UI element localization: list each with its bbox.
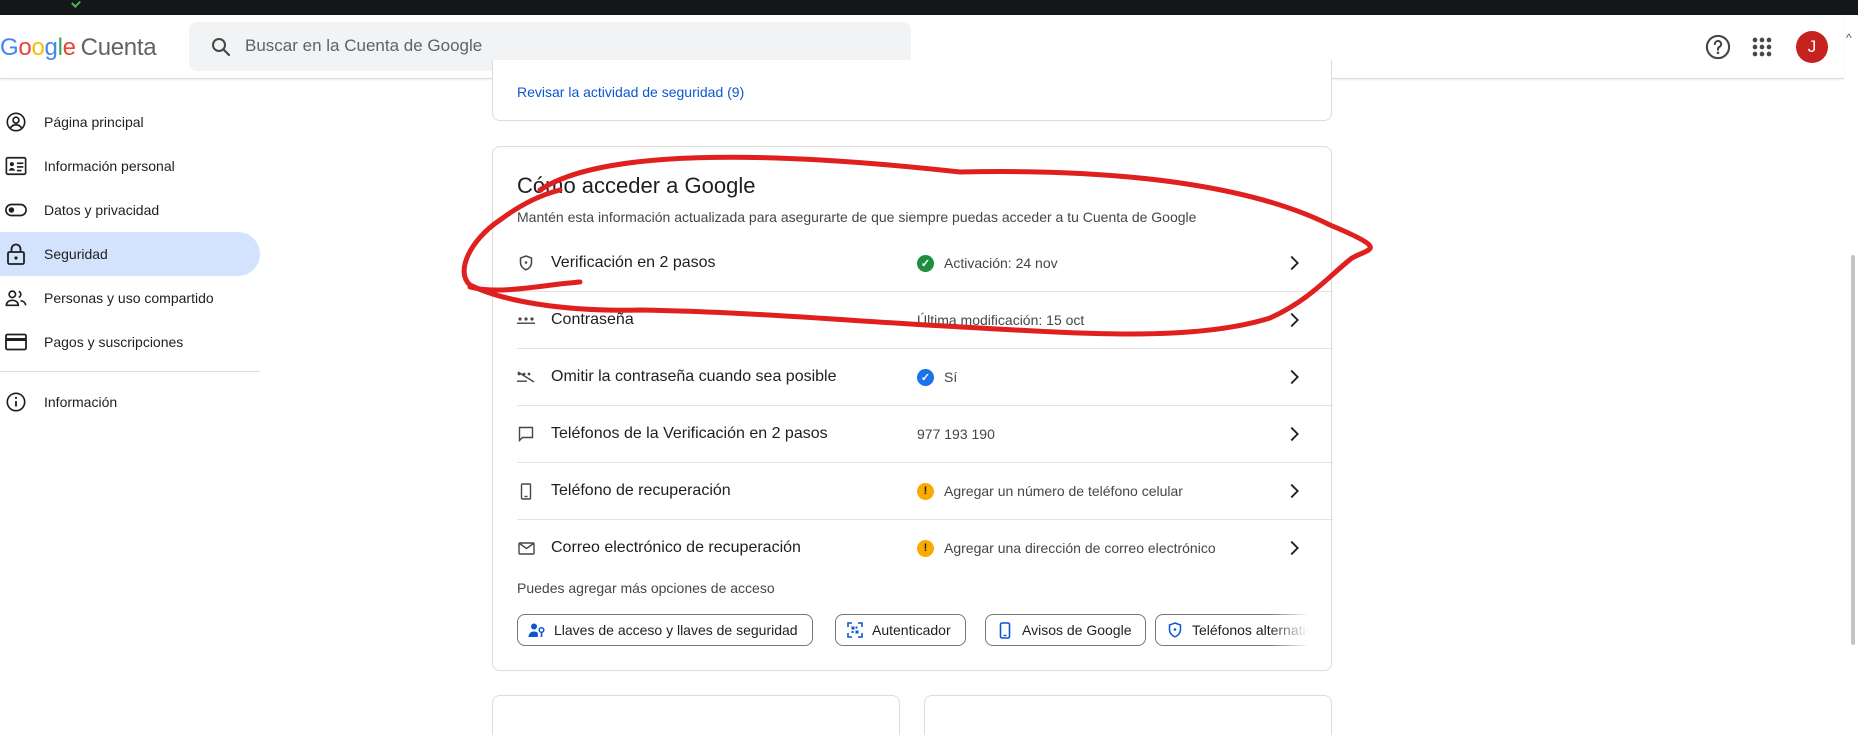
phone-icon (520, 482, 532, 500)
scroll-up-arrow[interactable]: ^ (1846, 31, 1852, 45)
shield-icon (519, 255, 533, 271)
row-recovery-email[interactable]: Correo electrónico de recuperación ! Agre… (517, 520, 1333, 576)
row-2sv-phones[interactable]: Teléfonos de la Verificación en 2 pasos … (517, 406, 1333, 462)
search-icon[interactable] (209, 35, 233, 59)
sidebar-item-label: Seguridad (44, 246, 108, 262)
mail-icon (517, 541, 535, 555)
avatar[interactable]: J (1796, 31, 1828, 63)
row-value: 977 193 190 (917, 426, 995, 442)
card-title: Cómo acceder a Google (517, 173, 756, 198)
row-label: Teléfono de recuperación (551, 482, 731, 499)
toggle-icon (5, 203, 27, 217)
check-circle-icon: ✓ (917, 254, 934, 272)
row-value: ! Agregar un número de teléfono celular (917, 482, 1183, 500)
credit-card-icon (5, 333, 27, 351)
check-icon (71, 0, 81, 8)
chip-label: Llaves de acceso y llaves de seguridad (554, 622, 798, 638)
sidebar-item-security[interactable]: Seguridad (0, 232, 260, 276)
chip-label: Avisos de Google (1022, 622, 1132, 638)
chip-passkeys[interactable]: Llaves de acceso y llaves de seguridad (517, 614, 813, 646)
password-dots-icon (517, 317, 535, 324)
row-label: Contraseña (551, 311, 634, 328)
sidebar-item-payments[interactable]: Pagos y suscripciones (0, 320, 260, 364)
message-icon (518, 426, 534, 442)
row-value: ✓ Activación: 24 nov (917, 254, 1058, 272)
chevron-right-icon[interactable] (1283, 423, 1305, 445)
row-value: ! Agregar una dirección de correo electró… (917, 539, 1216, 557)
sidebar-item-home[interactable]: Página principal (0, 100, 260, 144)
row-label: Teléfonos de la Verificación en 2 pasos (551, 425, 828, 442)
scrollbar-thumb[interactable] (1851, 255, 1855, 645)
chips-fade (1269, 614, 1309, 648)
logo-letter: G (0, 34, 19, 61)
bottom-card-left (492, 695, 900, 735)
access-options-chips: Llaves de acceso y llaves de seguridad A… (517, 614, 1309, 648)
chevron-right-icon[interactable] (1283, 537, 1305, 559)
passkey-icon (517, 371, 535, 383)
chevron-right-icon[interactable] (1283, 252, 1305, 274)
card-description: Mantén esta información actualizada para… (517, 209, 1197, 225)
person-key-icon (528, 623, 545, 637)
logo-letter: o (31, 34, 45, 61)
google-account-logo[interactable]: Google Cuenta (0, 34, 157, 62)
info-icon (6, 392, 26, 412)
row-value: ✓ Sí (917, 368, 958, 386)
sidebar-divider (0, 371, 260, 372)
review-security-activity-link[interactable]: Revisar la actividad de seguridad (9) (517, 84, 744, 100)
sidebar-item-label: Datos y privacidad (44, 202, 160, 218)
bottom-card-right (924, 695, 1332, 735)
chevron-right-icon[interactable] (1283, 480, 1305, 502)
check-circle-icon: ✓ (917, 368, 934, 386)
row-value-text: Agregar un número de teléfono celular (944, 483, 1183, 499)
row-value-text: Última modificación: 15 oct (917, 312, 1085, 328)
sidebar-item-data-privacy[interactable]: Datos y privacidad (0, 188, 260, 232)
sidebar-item-people-sharing[interactable]: Personas y uso compartido (0, 276, 260, 320)
row-label: Omitir la contraseña cuando sea posible (551, 368, 837, 385)
row-value: Última modificación: 15 oct (917, 312, 1084, 328)
row-2-step-verification[interactable]: Verificación en 2 pasos ✓ Activación: 24 … (517, 235, 1333, 291)
chip-google-prompts[interactable]: Avisos de Google (985, 614, 1147, 646)
shield-icon (1168, 622, 1182, 638)
more-options-label: Puedes agregar más opciones de acceso (517, 580, 775, 596)
account-circle-icon (6, 112, 26, 132)
security-activity-card: Revisar la actividad de seguridad (9) (492, 60, 1332, 121)
lock-icon (7, 243, 25, 265)
access-methods-card: Cómo acceder a Google Mantén esta inform… (492, 146, 1333, 671)
window-top-bar (0, 0, 1858, 15)
row-value-text: Sí (944, 369, 958, 385)
logo-product-name: Cuenta (80, 34, 157, 61)
sidebar-item-label: Personas y uso compartido (44, 290, 214, 306)
row-value-text: Agregar una dirección de correo electrón… (944, 540, 1216, 556)
qr-scan-icon (847, 622, 863, 638)
sidebar-item-label: Información personal (44, 158, 175, 174)
logo-letter: g (44, 34, 58, 61)
apps-grid-icon[interactable] (1748, 33, 1776, 61)
sidebar-item-about[interactable]: Información (0, 380, 260, 424)
id-card-icon (5, 156, 27, 176)
chip-authenticator[interactable]: Autenticador (835, 614, 966, 646)
sidebar-item-personal-info[interactable]: Información personal (0, 144, 260, 188)
people-icon (5, 290, 27, 307)
row-label: Verificación en 2 pasos (551, 254, 716, 271)
sidebar-item-label: Pagos y suscripciones (44, 334, 184, 350)
sidebar-item-label: Información (44, 394, 118, 410)
row-value-text: 977 193 190 (917, 426, 995, 442)
row-password[interactable]: Contraseña Última modificación: 15 oct (517, 292, 1333, 348)
row-skip-password[interactable]: Omitir la contraseña cuando sea posible … (517, 349, 1333, 405)
logo-letter: o (18, 34, 32, 61)
chip-label: Autenticador (872, 622, 951, 638)
search-input[interactable] (245, 34, 885, 58)
sidebar-item-label: Página principal (44, 114, 144, 130)
warning-icon: ! (917, 482, 934, 500)
chevron-right-icon[interactable] (1283, 366, 1305, 388)
chevron-right-icon[interactable] (1283, 309, 1305, 331)
logo-letter: e (62, 34, 76, 61)
row-recovery-phone[interactable]: Teléfono de recuperación ! Agregar un núm… (517, 463, 1333, 519)
help-icon[interactable] (1704, 33, 1732, 61)
smartphone-icon (999, 621, 1011, 639)
row-value-text: Activación: 24 nov (944, 255, 1058, 271)
row-label: Correo electrónico de recuperación (551, 539, 801, 556)
warning-icon: ! (917, 539, 934, 557)
